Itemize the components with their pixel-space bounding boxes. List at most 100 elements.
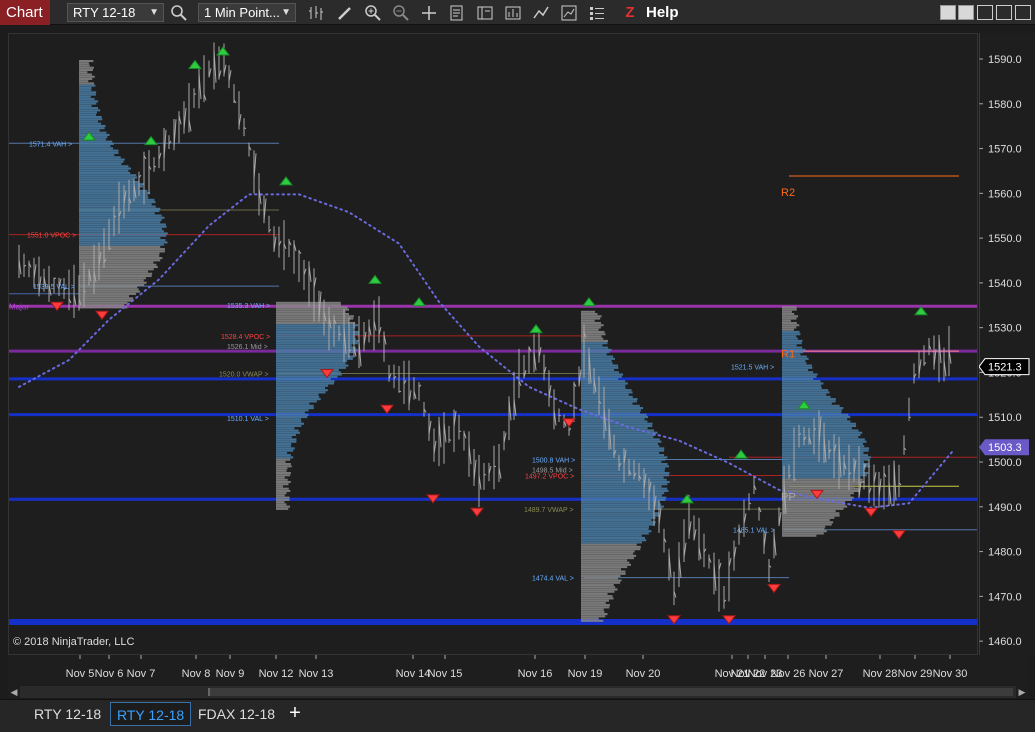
price-chart[interactable]: 1571.4 VAH > 1551.0 VPOC > 1539.5 VAL > 153…: [8, 33, 978, 655]
indicators-icon[interactable]: [559, 3, 579, 22]
profile-bar: [581, 402, 633, 405]
profile-bar: [581, 382, 628, 385]
scroll-left-icon[interactable]: ◀: [8, 686, 20, 698]
profile-bar: [79, 113, 97, 116]
profile-bar: [79, 301, 128, 304]
chart-menu-button[interactable]: Chart: [0, 0, 50, 25]
scroll-thumb[interactable]: [208, 688, 1013, 696]
chevron-down-icon: ▼: [281, 7, 291, 18]
profile-bar: [782, 407, 844, 410]
close-button[interactable]: [1015, 5, 1031, 20]
time-tick-label: Nov 7: [127, 668, 156, 680]
profile-bar: [581, 577, 618, 580]
profile-bar: [79, 160, 124, 163]
maximize-button[interactable]: [996, 5, 1012, 20]
bar-type-icon[interactable]: [306, 3, 326, 22]
level-label: 1474.4 VAL >: [532, 576, 574, 583]
profile-bar: [276, 380, 335, 383]
help-menu[interactable]: Help: [646, 3, 679, 22]
profile-bar: [581, 597, 614, 600]
profile-bar: [581, 559, 628, 562]
scroll-right-icon[interactable]: ▶: [1016, 686, 1028, 698]
search-icon[interactable]: [169, 3, 189, 22]
list-icon[interactable]: [587, 3, 607, 22]
restore-icon[interactable]: [940, 5, 956, 20]
profile-bar: [276, 458, 291, 461]
profile-bar: [782, 411, 842, 414]
profile-bar: [581, 321, 602, 325]
profile-bar: [782, 436, 859, 439]
profile-bar: [581, 619, 604, 622]
profile-bar: [79, 205, 156, 208]
strategy-icon[interactable]: [503, 3, 523, 22]
profile-bar: [79, 292, 137, 295]
profile-bar: [581, 518, 652, 522]
interval-selector[interactable]: 1 Min Point... ▼: [198, 3, 296, 22]
profile-bar: [79, 115, 102, 119]
profile-bar: [79, 257, 163, 260]
properties-icon[interactable]: [475, 3, 495, 22]
profile-bar: [581, 613, 608, 616]
tab-rty-1[interactable]: RTY 12-18: [28, 702, 107, 726]
profile-bar: [782, 485, 855, 488]
tile-icon[interactable]: [958, 5, 974, 20]
profile-bar: [276, 487, 289, 490]
profile-bar: [276, 330, 359, 334]
time-tick-label: Nov 20: [626, 668, 661, 680]
tab-rty-2[interactable]: RTY 12-18: [110, 702, 192, 726]
pencil-icon[interactable]: [335, 3, 355, 22]
profile-bar: [581, 563, 632, 566]
profile-bar: [276, 389, 328, 392]
profile-bar: [79, 221, 161, 224]
profile-bar: [581, 595, 613, 598]
horizontal-scrollbar[interactable]: ◀ ▶: [8, 686, 1028, 698]
level-label: 1551.0 VPOC >: [27, 233, 76, 240]
minimize-button[interactable]: [977, 5, 993, 20]
profile-bar: [79, 218, 162, 222]
profile-bar: [79, 80, 89, 83]
profile-bar: [581, 599, 609, 602]
profile-bar: [581, 368, 615, 372]
zoom-in-icon[interactable]: [363, 3, 383, 22]
tab-fdax[interactable]: FDAX 12-18: [192, 702, 281, 726]
profile-bar: [79, 75, 95, 78]
profile-bar: [276, 321, 356, 325]
profile-bar: [782, 465, 871, 468]
chart-canvas: 1571.4 VAH > 1551.0 VPOC > 1539.5 VAL > 153…: [9, 42, 977, 625]
profile-bar: [276, 447, 295, 450]
profile-bar: [79, 107, 99, 110]
profile-bar: [276, 469, 287, 472]
drawing-tools-icon[interactable]: [531, 3, 551, 22]
time-axis[interactable]: Nov 5 Nov 6 Nov 7 Nov 8 Nov 9 Nov 12 Nov 13 Nov…: [8, 655, 1028, 685]
z-icon[interactable]: Z: [620, 3, 640, 22]
profile-bar: [581, 409, 641, 412]
profile-bar: [581, 364, 619, 367]
data-box-icon[interactable]: [447, 3, 467, 22]
profile-bar: [581, 610, 605, 613]
profile-bar: [782, 395, 831, 398]
profile-bar: [782, 382, 824, 385]
profile-bar: [581, 534, 642, 537]
price-axis[interactable]: 1590.0 1580.0 1570.0 1560.0 1550.0 1540.0 1530…: [978, 33, 1035, 655]
profile-bar: [276, 467, 288, 470]
profile-bar: [79, 64, 90, 67]
profile-bar: [581, 373, 624, 376]
zoom-out-icon[interactable]: [391, 3, 411, 22]
profile-bar: [782, 306, 797, 309]
crosshair-icon[interactable]: [419, 3, 439, 22]
profile-bar: [276, 454, 291, 457]
profile-bar: [581, 424, 653, 428]
instrument-selector[interactable]: RTY 12-18 ▼: [67, 3, 164, 22]
chevron-down-icon: ▼: [149, 7, 159, 18]
profile-bar: [581, 574, 621, 578]
profile-bar: [782, 400, 836, 403]
profile-bar: [79, 156, 121, 159]
level-label: 1520.0 VWAP >: [219, 371, 269, 378]
level-label: 1535.3 VAH >: [227, 303, 270, 310]
profile-bar: [276, 442, 292, 445]
profile-bar: [581, 395, 633, 398]
add-tab-button[interactable]: +: [284, 702, 306, 726]
profile-bar: [782, 330, 800, 334]
profile-bar: [581, 586, 616, 589]
profile-bar: [79, 169, 129, 172]
